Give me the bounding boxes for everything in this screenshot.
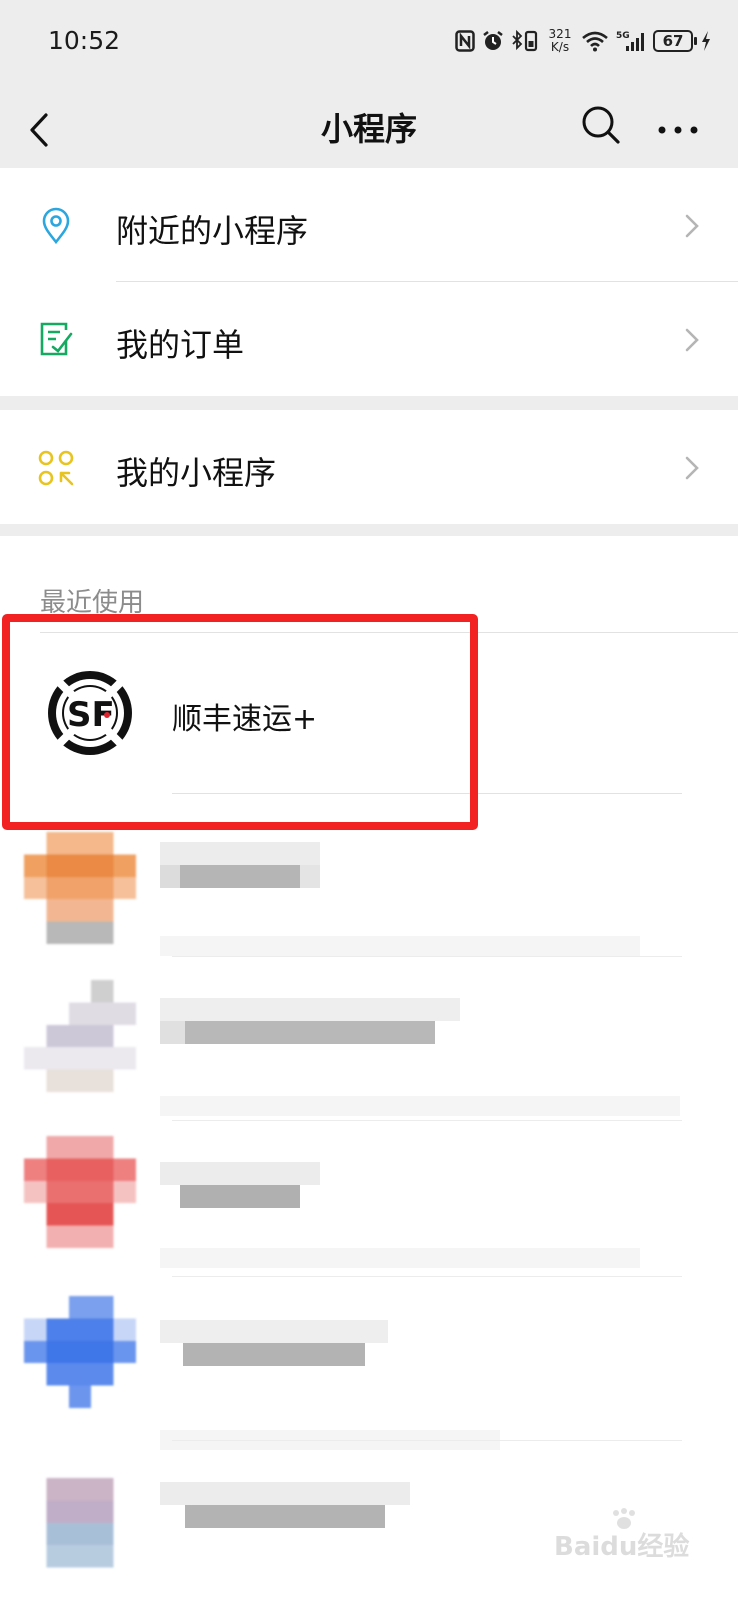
blurred-app-icon xyxy=(24,980,136,1092)
recent-item-blurred[interactable] xyxy=(0,1296,738,1456)
location-pin-icon xyxy=(42,207,70,245)
nav-bar: 小程序 xyxy=(0,84,738,168)
bluetooth-vibrate-icon xyxy=(512,29,538,52)
divider xyxy=(172,956,682,957)
menu-item-nearby[interactable]: 附近的小程序 xyxy=(0,168,738,282)
net-speed-unit: K/s xyxy=(550,40,570,54)
chevron-right-icon xyxy=(685,328,699,352)
recent-item-blurred[interactable] xyxy=(0,1136,738,1296)
section-gap xyxy=(0,396,738,410)
blurred-app-subtitle xyxy=(160,1096,680,1116)
menu-group-top: 附近的小程序 我的订单 xyxy=(0,168,738,396)
baidu-paw-icon: Baidu经验 xyxy=(554,1508,689,1562)
menu-item-my-mini-programs[interactable]: 我的小程序 xyxy=(0,410,738,524)
status-time: 10:52 xyxy=(48,26,121,55)
blurred-app-name xyxy=(160,842,320,888)
menu-label-my-mini-programs: 我的小程序 xyxy=(116,454,277,492)
blurred-app-name xyxy=(160,1320,388,1366)
menu-item-orders[interactable]: 我的订单 xyxy=(0,282,738,396)
blurred-app-icon xyxy=(24,832,136,944)
cellular-signal-icon: 5G xyxy=(616,31,644,51)
network-type: 5G xyxy=(616,31,630,41)
watermark-logo: Baidu经验 xyxy=(550,1505,700,1565)
status-bar: 10:52 321 K/s 5G 67 xyxy=(0,0,738,84)
more-dots-icon xyxy=(658,126,698,134)
blurred-app-subtitle xyxy=(160,1248,640,1268)
blurred-app-name xyxy=(160,1482,410,1528)
recent-item-blurred[interactable] xyxy=(0,832,738,992)
mini-programs-grid-icon xyxy=(38,450,74,486)
nfc-icon xyxy=(455,30,475,52)
blurred-app-name xyxy=(160,998,460,1044)
chevron-right-icon xyxy=(685,214,699,238)
section-gap xyxy=(0,524,738,536)
more-button[interactable] xyxy=(650,96,706,152)
highlight-annotation xyxy=(2,614,478,830)
net-speed: 321 K/s xyxy=(546,28,574,54)
battery-indicator: 67 xyxy=(653,30,697,52)
blurred-app-subtitle xyxy=(160,936,640,956)
alarm-icon xyxy=(483,31,503,50)
blurred-app-icon xyxy=(46,1478,114,1568)
divider xyxy=(172,1440,682,1441)
charging-icon xyxy=(702,31,710,51)
search-button[interactable] xyxy=(572,96,628,152)
back-arrow-icon xyxy=(30,113,48,147)
menu-label-orders: 我的订单 xyxy=(116,326,245,364)
blurred-app-name xyxy=(160,1162,320,1208)
divider xyxy=(172,1276,682,1277)
menu-group-mine: 我的小程序 xyxy=(0,410,738,524)
order-list-icon xyxy=(40,322,73,356)
blurred-app-icon xyxy=(24,1136,136,1248)
chevron-right-icon xyxy=(685,456,699,480)
wifi-icon xyxy=(582,31,608,52)
menu-label-nearby: 附近的小程序 xyxy=(116,212,309,250)
status-icons: 321 K/s 5G 67 xyxy=(455,24,712,58)
search-icon xyxy=(582,106,620,144)
divider xyxy=(172,1120,682,1121)
watermark-text: Baidu经验 xyxy=(554,1531,689,1562)
back-button[interactable] xyxy=(22,98,78,154)
blurred-app-icon xyxy=(24,1296,136,1408)
recent-item-blurred[interactable] xyxy=(0,980,738,1140)
